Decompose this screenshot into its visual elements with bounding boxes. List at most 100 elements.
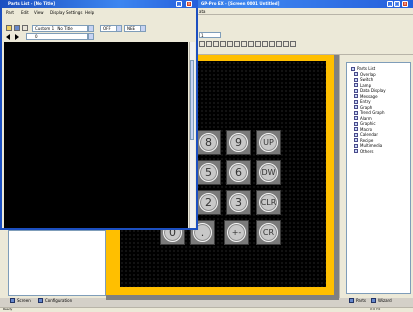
- nee-combo-value: NEE: [127, 26, 136, 31]
- key-2-label: 2: [199, 193, 218, 212]
- tree-item[interactable]: Message: [354, 94, 378, 99]
- tree-item-label: Multimedia: [360, 143, 383, 148]
- screen-number-field[interactable]: 1: [199, 32, 221, 38]
- tree-item[interactable]: Calendar: [354, 132, 378, 137]
- tree-item[interactable]: Trend Graph: [354, 110, 385, 115]
- left-panel-list[interactable]: [8, 230, 106, 296]
- toolbar-icon-4[interactable]: [220, 41, 226, 47]
- toolbar-icon-2[interactable]: [206, 41, 212, 47]
- tab-parts[interactable]: Parts: [349, 298, 366, 303]
- tree-item-label: Others: [360, 148, 374, 154]
- key-9[interactable]: 9: [226, 130, 251, 155]
- key-6[interactable]: 6: [226, 160, 251, 185]
- key-cr[interactable]: CR: [256, 220, 281, 245]
- main-menu-visible[interactable]: ata: [199, 9, 205, 14]
- tree-item[interactable]: Overlap: [354, 72, 376, 77]
- popup-menu-edit[interactable]: Edit: [21, 10, 29, 15]
- tree-item[interactable]: Switch: [354, 77, 373, 82]
- key-up-label: UP: [259, 133, 278, 152]
- tree-item-icon: [354, 116, 358, 120]
- configuration-icon: [38, 298, 43, 303]
- toolbar-icon-12[interactable]: [276, 41, 282, 47]
- popup-menu-display[interactable]: Display Settings: [50, 10, 82, 15]
- folder-icon[interactable]: [6, 25, 12, 31]
- combo-3-arrow[interactable]: [140, 25, 146, 32]
- toolbar-icon-13[interactable]: [283, 41, 289, 47]
- tab-wizard[interactable]: Wizard: [371, 298, 392, 303]
- key-2[interactable]: 2: [196, 190, 221, 215]
- key-5[interactable]: 5: [196, 160, 221, 185]
- tree-item-label: Recipe: [360, 137, 374, 143]
- combo-2-arrow[interactable]: [116, 25, 122, 32]
- status-text: Ready: [3, 307, 13, 311]
- print-icon[interactable]: [22, 25, 28, 31]
- toolbar-icon-9[interactable]: [255, 41, 261, 47]
- tree-item[interactable]: Multimedia: [354, 143, 382, 148]
- key-6-label: 6: [229, 163, 248, 182]
- value-field-arrow[interactable]: [88, 33, 94, 40]
- toolbar-icon-10[interactable]: [262, 41, 268, 47]
- tree-item-icon: [354, 77, 358, 82]
- screen-number: 1: [201, 33, 204, 38]
- tree-item[interactable]: Graph: [354, 105, 372, 110]
- tree-item-icon: [354, 99, 358, 104]
- tree-item-label: Calendar: [360, 132, 378, 137]
- key-3-label: 3: [229, 193, 248, 212]
- combo-1-arrow[interactable]: [88, 25, 94, 32]
- toolbar-icon-8[interactable]: [248, 41, 254, 47]
- statusbar: [0, 307, 413, 312]
- tree-item-icon: [354, 149, 358, 153]
- toolbar-icon-6[interactable]: [234, 41, 240, 47]
- toolbar-icon-5[interactable]: [227, 41, 233, 47]
- parts-icon: [349, 298, 354, 303]
- tree-item-label: Parts List: [357, 66, 376, 71]
- toolbar-icon-14[interactable]: [290, 41, 296, 47]
- tree-item-icon: [354, 132, 358, 137]
- popup-menu-part[interactable]: Part: [6, 10, 14, 15]
- save-icon[interactable]: [14, 25, 20, 31]
- toolbar-icon-11[interactable]: [269, 41, 275, 47]
- wizard-icon: [371, 298, 376, 303]
- tree-item-label: Overlap: [360, 71, 376, 77]
- tree-item[interactable]: Recipe: [354, 138, 373, 143]
- forward-arrow-icon[interactable]: [15, 34, 19, 40]
- popup-scroll-thumb[interactable]: [190, 60, 194, 140]
- tree-item[interactable]: Parts List: [351, 66, 375, 71]
- tree-item[interactable]: Graphic: [354, 121, 376, 126]
- toolbar-icon-3[interactable]: [213, 41, 219, 47]
- key-dw[interactable]: DW: [256, 160, 281, 185]
- popup-title: Parts List - [No Title]: [8, 1, 56, 6]
- value-field[interactable]: 0: [26, 33, 88, 40]
- key-up[interactable]: UP: [256, 130, 281, 155]
- key-8[interactable]: 8: [196, 130, 221, 155]
- popup-minimize-button[interactable]: _: [176, 1, 182, 7]
- tree-item[interactable]: Entry: [354, 99, 371, 104]
- main-title: GP-Pro EX - [Screen 0001 Untitled]: [201, 1, 280, 6]
- tree-item-icon: [354, 88, 358, 93]
- key-plus-minus-label: +-: [227, 223, 246, 242]
- tree-item-label: Entry: [360, 99, 371, 104]
- popup-menu-view[interactable]: View: [34, 10, 44, 15]
- tree-item[interactable]: Alarm: [354, 116, 372, 121]
- key-plus-minus[interactable]: +-: [224, 220, 249, 245]
- main-close-button[interactable]: ×: [402, 1, 408, 7]
- key-3[interactable]: 3: [226, 190, 251, 215]
- main-maximize-button[interactable]: □: [394, 1, 400, 7]
- back-arrow-icon[interactable]: [6, 34, 10, 40]
- custom-combo[interactable]: Custom 1 No Title: [32, 25, 88, 32]
- popup-menu-help[interactable]: Help: [85, 10, 94, 15]
- tree-item[interactable]: Macro: [354, 127, 372, 132]
- custom-combo-value: Custom 1: [35, 26, 55, 31]
- toolbar-icon-7[interactable]: [241, 41, 247, 47]
- main-minimize-button[interactable]: _: [387, 1, 393, 7]
- popup-close-button[interactable]: ×: [186, 1, 192, 7]
- key-clr[interactable]: CLR: [256, 190, 281, 215]
- tree-item[interactable]: Lamp: [354, 83, 371, 88]
- tab-screen[interactable]: Screen: [10, 298, 31, 303]
- tab-configuration[interactable]: Configuration: [38, 298, 72, 303]
- toolbar-icon-1[interactable]: [199, 41, 205, 47]
- tree-item[interactable]: Others: [354, 149, 373, 154]
- tree-item[interactable]: Data Display: [354, 88, 386, 93]
- tree-item-icon: [354, 143, 358, 148]
- tree-item-label: Graphic: [360, 121, 376, 126]
